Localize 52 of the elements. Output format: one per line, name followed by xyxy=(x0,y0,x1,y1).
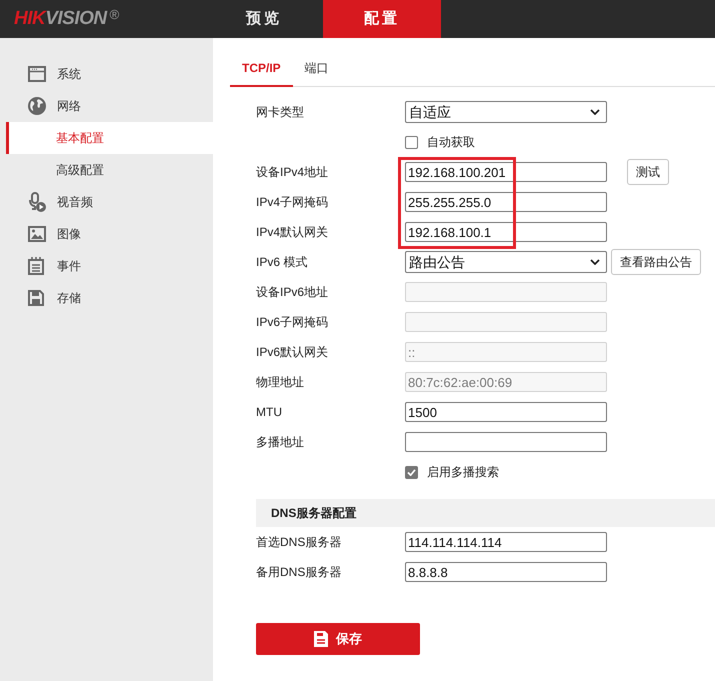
input-field[interactable]: 192.168.100.1 xyxy=(405,222,607,242)
field-label: 备用DNS服务器 xyxy=(256,564,342,581)
sidebar-item[interactable]: 视音频 xyxy=(0,186,213,218)
sidebar-subitem[interactable]: 高级配置 xyxy=(0,154,213,186)
section-header: DNS服务器配置 xyxy=(256,499,715,527)
field-label: MTU xyxy=(256,404,282,421)
field-label: 物理地址 xyxy=(256,374,304,391)
save-icon xyxy=(314,631,328,647)
sidebar-subitem[interactable]: 基本配置 xyxy=(6,122,213,154)
dropdown[interactable]: 路由公告 xyxy=(405,251,607,273)
dropdown[interactable]: 自适应 xyxy=(405,101,607,123)
checkbox[interactable] xyxy=(405,136,418,148)
input-field[interactable]: 1500 xyxy=(405,402,607,422)
tab[interactable]: 端口 xyxy=(292,50,341,87)
checkbox-label: 启用多播搜索 xyxy=(427,464,499,481)
input-field[interactable]: 255.255.255.0 xyxy=(405,192,607,212)
window-icon xyxy=(28,66,46,82)
checkbox[interactable] xyxy=(405,466,418,478)
sidebar-item[interactable]: 存储 xyxy=(0,282,213,314)
nav-tab[interactable]: 配置 xyxy=(323,0,441,38)
input-field[interactable]: 192.168.100.201 xyxy=(405,162,607,182)
field-label: 设备IPv4地址 xyxy=(256,164,328,181)
field-label: IPv6 模式 xyxy=(256,254,308,271)
field-label: IPv4默认网关 xyxy=(256,224,328,241)
chevron-down-icon xyxy=(590,259,600,265)
field-label: IPv4子网掩码 xyxy=(256,194,328,211)
sidebar-item[interactable]: 系统 xyxy=(0,58,213,90)
input-field[interactable]: 8.8.8.8 xyxy=(405,562,607,582)
chevron-down-icon xyxy=(590,109,600,115)
field-label: 网卡类型 xyxy=(256,104,304,121)
input-field[interactable] xyxy=(405,432,607,452)
notepad-icon xyxy=(28,257,44,275)
field-label: IPv6默认网关 xyxy=(256,344,328,361)
action-button[interactable]: 测试 xyxy=(627,159,669,185)
image-icon xyxy=(28,226,46,242)
sidebar-item[interactable]: 网络 xyxy=(0,90,213,122)
sidebar-item[interactable]: 事件 xyxy=(0,250,213,282)
field-label: IPv6子网掩码 xyxy=(256,314,328,331)
field-label: 首选DNS服务器 xyxy=(256,534,342,551)
nav-tab[interactable]: 预览 xyxy=(205,0,323,38)
brand-logo: HIKVISION® xyxy=(14,8,120,30)
checkmark-icon xyxy=(407,468,416,476)
field-label: 多播地址 xyxy=(256,434,304,451)
save-button[interactable]: 保存 xyxy=(256,623,420,655)
microphone-play-icon xyxy=(28,192,46,212)
globe-icon xyxy=(28,97,46,115)
sidebar-item[interactable]: 图像 xyxy=(0,218,213,250)
field-label: 设备IPv6地址 xyxy=(256,284,328,301)
checkbox-label: 自动获取 xyxy=(427,134,475,151)
input-field[interactable]: 114.114.114.114 xyxy=(405,532,607,552)
action-button[interactable]: 查看路由公告 xyxy=(611,249,701,275)
tab[interactable]: TCP/IP xyxy=(230,50,293,87)
